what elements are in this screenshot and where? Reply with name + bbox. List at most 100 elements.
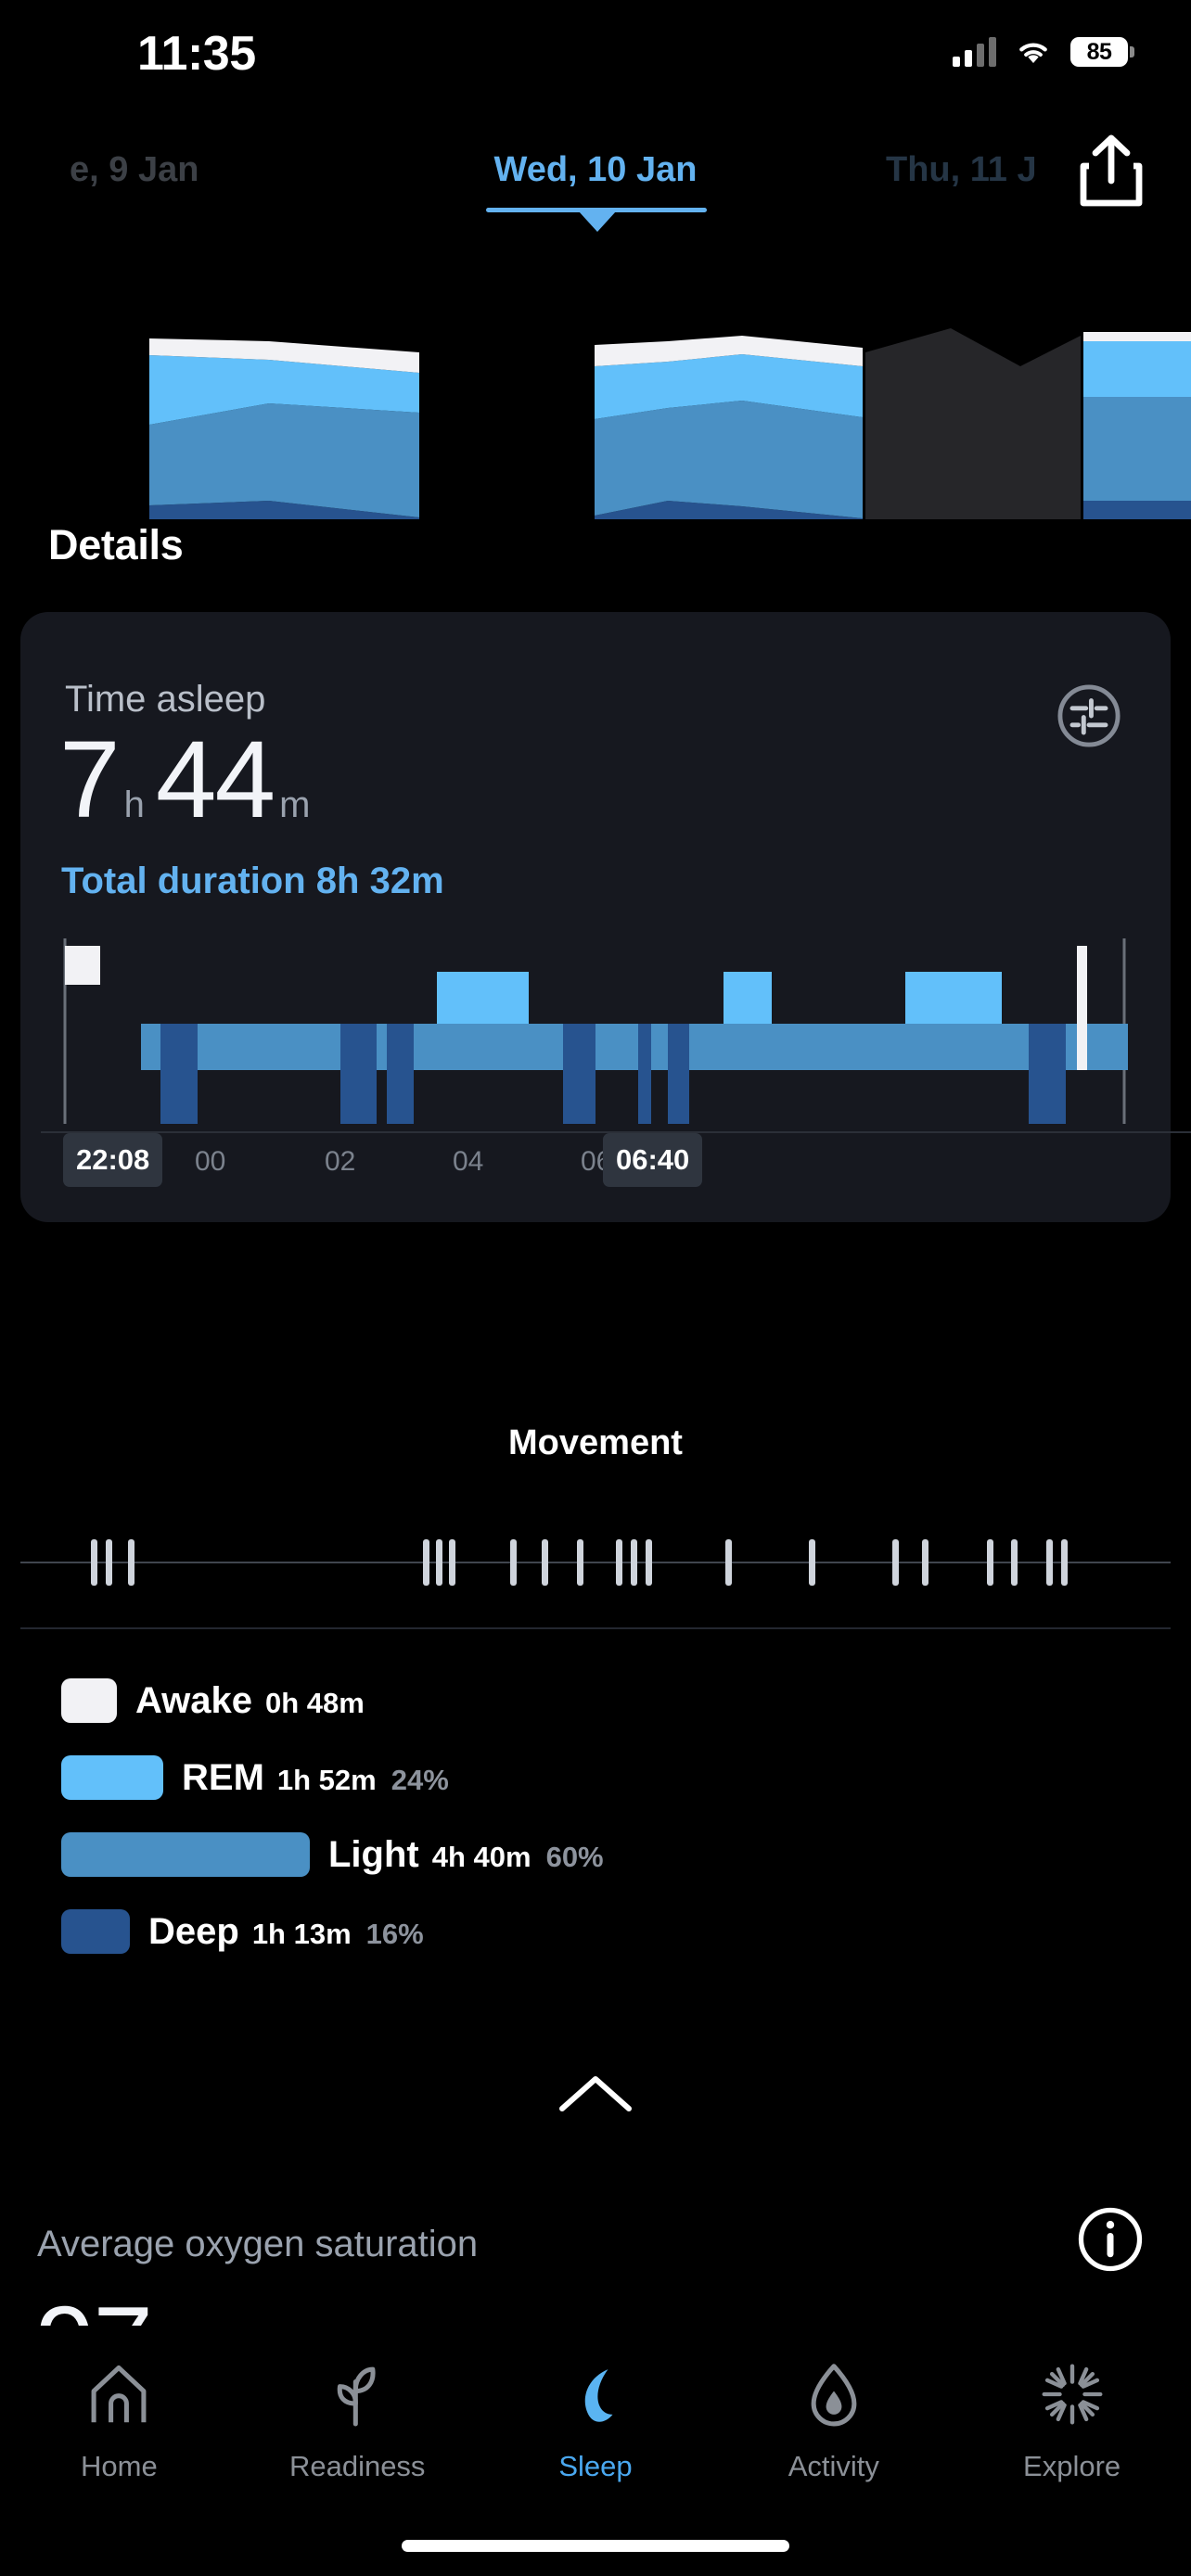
movement-tick — [987, 1539, 993, 1586]
day-column-4 — [1083, 332, 1191, 519]
status-bar: 11:35 85 — [0, 0, 1191, 93]
legend-percent-rem: 24% — [391, 1763, 449, 1796]
movement-tick — [91, 1539, 97, 1586]
movement-tick — [423, 1539, 429, 1586]
movement-baseline — [20, 1562, 1171, 1563]
movement-tick — [128, 1539, 134, 1586]
share-icon[interactable] — [1078, 134, 1145, 209]
tab-label-activity: Activity — [788, 2450, 879, 2482]
day-column-2 — [595, 336, 863, 519]
movement-tick — [892, 1539, 899, 1586]
movement-tick — [1046, 1539, 1053, 1586]
movement-tick — [577, 1539, 583, 1586]
movement-tick — [631, 1539, 637, 1586]
home-icon — [84, 2352, 153, 2437]
chevron-up-icon — [559, 2076, 632, 2111]
sunburst-icon — [1038, 2352, 1107, 2437]
legend-duration-awake: 0h 48m — [265, 1686, 365, 1719]
moon-icon — [561, 2352, 630, 2437]
legend-bar-deep — [61, 1909, 130, 1954]
legend-bar-light — [61, 1832, 310, 1877]
tab-explore[interactable]: Explore — [953, 2352, 1191, 2483]
tab-home[interactable]: Home — [0, 2352, 238, 2483]
date-tab-bar[interactable]: e, 9 Jan Wed, 10 Jan Thu, 11 J — [0, 139, 1191, 241]
legend-name-awake: Awake — [135, 1679, 253, 1721]
time-asleep-hours-unit: h — [123, 784, 145, 825]
legend-name-rem: REM — [182, 1756, 264, 1798]
legend-name-light: Light — [328, 1833, 419, 1875]
sliders-circle-icon[interactable] — [1056, 682, 1122, 749]
legend-percent-light: 60% — [545, 1840, 604, 1873]
movement-chart[interactable] — [20, 1511, 1171, 1613]
cellular-signal-icon — [953, 37, 996, 67]
status-bar-indicators: 85 — [953, 37, 1134, 67]
legend-row-deep[interactable]: Deep 1h 13m 16% — [0, 1909, 1191, 1954]
time-asleep-label: Time asleep — [65, 679, 266, 720]
battery-indicator: 85 — [1070, 37, 1134, 67]
hypnogram-segments — [65, 946, 1128, 1124]
collapse-card-button[interactable] — [0, 2070, 1191, 2121]
leaf-icon — [323, 2352, 391, 2437]
movement-tick — [106, 1539, 112, 1586]
movement-tick — [725, 1539, 732, 1586]
legend-bar-rem — [61, 1755, 163, 1800]
day-column-missing — [865, 328, 1081, 519]
home-indicator — [402, 2540, 789, 2552]
movement-tick — [1011, 1539, 1018, 1586]
tab-sleep[interactable]: Sleep — [477, 2352, 715, 2483]
movement-tick — [449, 1539, 455, 1586]
tab-label-sleep: Sleep — [558, 2450, 633, 2482]
axis-tick-00: 00 — [195, 1146, 226, 1177]
flame-icon — [800, 2352, 868, 2437]
date-tab-caret-icon — [579, 211, 616, 232]
tab-activity[interactable]: Activity — [714, 2352, 953, 2483]
legend-bar-awake — [61, 1678, 117, 1723]
time-asleep-minutes: 44 — [155, 719, 275, 841]
time-asleep-hours: 7 — [59, 719, 121, 841]
sleep-stage-legend: Awake 0h 48m REM 1h 52m 24% Light 4h 40m… — [0, 1678, 1191, 1986]
wifi-icon — [1019, 43, 1047, 63]
movement-title: Movement — [508, 1423, 683, 1462]
battery-percent-label: 85 — [1086, 38, 1112, 65]
bottom-tab-bar[interactable]: Home Readiness Sleep Activity Explore — [0, 2326, 1191, 2576]
weekly-sleep-stages-chart[interactable] — [0, 315, 1191, 519]
movement-tick — [646, 1539, 652, 1586]
legend-duration-light: 4h 40m — [431, 1840, 531, 1873]
movement-tick — [616, 1539, 622, 1586]
legend-duration-rem: 1h 52m — [276, 1763, 377, 1796]
legend-row-rem[interactable]: REM 1h 52m 24% — [0, 1755, 1191, 1800]
oxygen-saturation-label: Average oxygen saturation — [37, 2224, 479, 2264]
axis-tick-02: 02 — [325, 1146, 356, 1177]
legend-percent-deep: 16% — [365, 1917, 424, 1950]
axis-tick-04: 04 — [453, 1146, 484, 1177]
bedtime-badge: 22:08 — [63, 1133, 163, 1187]
movement-tick — [922, 1539, 928, 1586]
total-duration-label[interactable]: Total duration 8h 32m — [61, 861, 444, 902]
sleep-details-card: Time asleep 7 h 44 m Total duration 8h 3… — [20, 612, 1191, 1222]
date-tab-next[interactable]: Thu, 11 J — [886, 150, 1037, 190]
status-bar-clock: 11:35 — [137, 27, 256, 81]
time-asleep-value: 7 h 44 m — [59, 725, 321, 835]
tab-readiness[interactable]: Readiness — [238, 2352, 477, 2483]
tab-label-explore: Explore — [1023, 2450, 1121, 2482]
app-screen: 11:35 85 e, 9 Jan Wed, 10 Jan Thu, 11 J — [0, 0, 1191, 2576]
tab-label-home: Home — [81, 2450, 158, 2482]
tab-label-readiness: Readiness — [288, 2450, 426, 2482]
day-column-1 — [149, 338, 419, 519]
details-heading: Details — [48, 521, 184, 568]
movement-tick — [510, 1539, 517, 1586]
card-divider — [20, 1627, 1171, 1629]
movement-tick — [542, 1539, 548, 1586]
info-icon[interactable] — [1078, 2207, 1143, 2272]
legend-name-deep: Deep — [148, 1910, 239, 1952]
legend-duration-deep: 1h 13m — [251, 1917, 352, 1950]
hypnogram-chart[interactable] — [61, 938, 1128, 1124]
time-asleep-minutes-unit: m — [279, 784, 311, 825]
movement-tick — [1061, 1539, 1068, 1586]
waketime-badge: 06:40 — [603, 1133, 703, 1187]
legend-row-awake[interactable]: Awake 0h 48m — [0, 1678, 1191, 1723]
hypnogram-time-axis: 22:08 00 02 04 06 06:40 — [41, 1131, 1191, 1189]
movement-tick — [436, 1539, 442, 1586]
legend-row-light[interactable]: Light 4h 40m 60% — [0, 1832, 1191, 1877]
movement-tick — [809, 1539, 815, 1586]
